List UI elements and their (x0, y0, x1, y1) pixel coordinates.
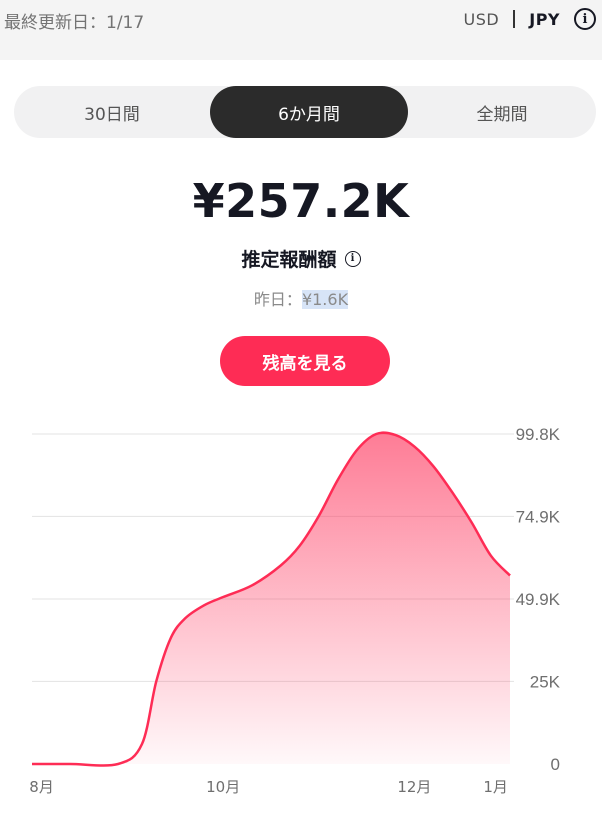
yesterday-label: 昨日： (253, 290, 302, 309)
earnings-info-icon[interactable]: i (344, 250, 361, 267)
tab-30-days[interactable]: 30日間 (14, 86, 210, 138)
earnings-chart: 99.8K 74.9K 49.9K 25K 0 8月 10月 12月 1月 (29, 425, 561, 796)
y-tick-label: 49.9K (516, 590, 561, 609)
top-bar: 最終更新日：1/17 USD JPY i (0, 0, 602, 60)
estimated-earnings-label: 推定報酬額 (241, 249, 337, 271)
currency-divider (513, 10, 516, 28)
x-tick-label: 12月 (397, 778, 431, 796)
y-tick-label: 74.9K (516, 507, 561, 526)
yesterday-value: ¥1.6K (301, 290, 349, 309)
tab-all-time[interactable]: 全期間 (408, 86, 596, 138)
period-selector: 30日間 6か月間 全期間 (14, 86, 596, 138)
x-tick-label: 8月 (29, 778, 54, 796)
tab-6-months[interactable]: 6か月間 (210, 86, 408, 138)
currency-usd-option[interactable]: USD (464, 10, 500, 29)
y-tick-label: 0 (551, 755, 560, 774)
x-tick-label: 10月 (206, 778, 240, 796)
currency-switch: USD JPY i (464, 8, 596, 30)
last-updated-text: 最終更新日：1/17 (4, 13, 145, 33)
currency-jpy-option[interactable]: JPY (529, 10, 560, 29)
estimated-earnings-amount: ¥257.2K (192, 174, 410, 228)
info-icon[interactable]: i (574, 8, 596, 30)
y-tick-label: 25K (530, 672, 561, 691)
yesterday-earnings: 昨日：¥1.6K (0, 286, 602, 310)
y-tick-label: 99.8K (516, 425, 561, 444)
x-tick-label: 1月 (483, 778, 508, 796)
view-balance-button[interactable]: 残高を見る (220, 336, 390, 386)
estimated-earnings-row: 推定報酬額 i (0, 245, 602, 272)
